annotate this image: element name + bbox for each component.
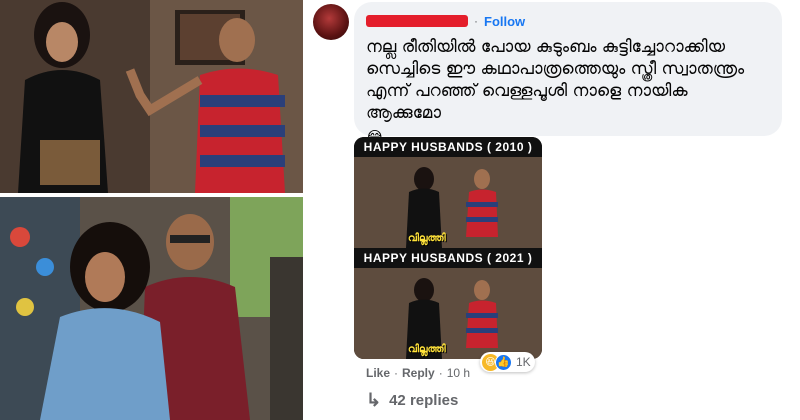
- separator-dot: ·: [474, 14, 478, 28]
- comment-panel: · Follow നല്ല രീതിയിൽ പോയ കുടുംബം കുട്ടി…: [303, 0, 800, 420]
- meme-scene-bottom: വില്ലത്തി: [354, 268, 542, 359]
- movie-still-bottom: [0, 197, 303, 420]
- reply-arrow-icon: ↳: [366, 390, 382, 410]
- separator-dot: ·: [394, 366, 399, 380]
- comment-header: · Follow: [366, 12, 770, 30]
- reply-button[interactable]: Reply: [402, 366, 435, 380]
- comment-actions: Like · Reply · 10 h: [366, 366, 470, 380]
- meme-caption-top: വില്ലത്തി: [408, 233, 446, 244]
- comment-timestamp[interactable]: 10 h: [447, 366, 470, 380]
- reaction-count: 1K: [516, 355, 531, 369]
- comment-text: നല്ല രീതിയിൽ പോയ കുടുംബം കുട്ടിച്ചോറാക്ക…: [366, 37, 745, 123]
- separator-dot: ·: [438, 366, 443, 380]
- reaction-summary[interactable]: 😆 👍 1K: [480, 352, 535, 372]
- redacted-author-name[interactable]: [366, 15, 468, 27]
- replies-count-label: 42 replies: [389, 392, 459, 409]
- view-replies-link[interactable]: ↳ 42 replies: [366, 390, 458, 411]
- avatar[interactable]: [313, 4, 349, 40]
- comment-bubble: · Follow നല്ല രീതിയിൽ പോയ കുടുംബം കുട്ടി…: [354, 2, 782, 146]
- attached-meme-image[interactable]: HAPPY HUSBANDS ( 2010 ) വില്ലത്തി HAPPY …: [354, 137, 542, 359]
- meme-title-top: HAPPY HUSBANDS ( 2010 ): [354, 137, 542, 157]
- meme-panel-top: HAPPY HUSBANDS ( 2010 ) വില്ലത്തി: [354, 137, 542, 248]
- meme-scene-top: വില്ലത്തി: [354, 157, 542, 248]
- meme-caption-bottom: വില്ലത്തി: [408, 344, 446, 355]
- meme-title-bottom: HAPPY HUSBANDS ( 2021 ): [354, 248, 542, 268]
- meme-panel-bottom: HAPPY HUSBANDS ( 2021 ) വില്ലത്തി: [354, 248, 542, 359]
- like-button[interactable]: Like: [366, 366, 390, 380]
- movie-still-top: [0, 0, 303, 193]
- like-icon: 👍: [495, 353, 512, 371]
- follow-button[interactable]: Follow: [484, 14, 525, 29]
